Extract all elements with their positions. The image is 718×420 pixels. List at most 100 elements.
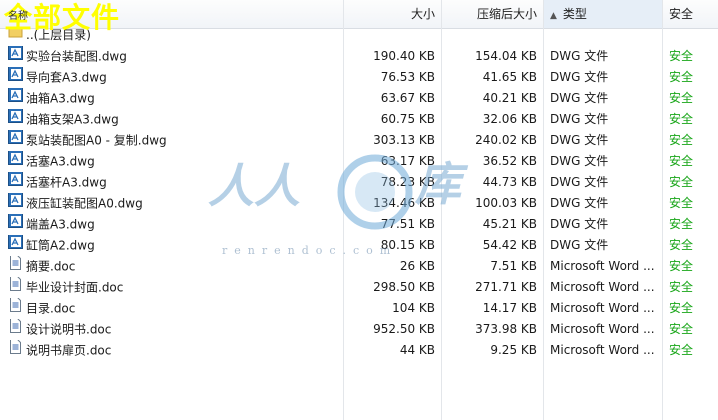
- file-compressed-size: 32.06 KB: [482, 112, 537, 126]
- file-compressed-size: 271.71 KB: [475, 280, 537, 294]
- column-header-safety[interactable]: 安全: [663, 0, 718, 28]
- file-size: 76.53 KB: [380, 70, 435, 84]
- file-row[interactable]: 说明书扉页.doc 44 KB 9.25 KB Microsoft Word ... 安…: [0, 340, 718, 361]
- safety-status: 安全: [669, 154, 694, 168]
- doc-file-icon: [8, 277, 23, 298]
- file-type: DWG 文件: [550, 196, 609, 210]
- file-name-cell[interactable]: 摘要.doc: [8, 256, 342, 277]
- file-name-cell[interactable]: 液压缸装配图A0.dwg: [8, 193, 342, 214]
- file-name: 泵站装配图A0 - 复制.dwg: [26, 133, 167, 148]
- file-size: 104 KB: [392, 301, 435, 315]
- file-size: 77.51 KB: [380, 217, 435, 231]
- file-row[interactable]: 实验台装配图.dwg 190.40 KB 154.04 KB DWG 文件 安全: [0, 46, 718, 67]
- sort-up-icon: ▲: [550, 11, 557, 21]
- file-compressed-size: 14.17 KB: [482, 301, 537, 315]
- file-name: 导向套A3.dwg: [26, 70, 107, 85]
- file-row[interactable]: 导向套A3.dwg 76.53 KB 41.65 KB DWG 文件 安全: [0, 67, 718, 88]
- file-name-cell[interactable]: 实验台装配图.dwg: [8, 46, 342, 67]
- dwg-file-icon: [8, 67, 23, 88]
- file-name-cell[interactable]: 目录.doc: [8, 298, 342, 319]
- file-name-cell[interactable]: 毕业设计封面.doc: [8, 277, 342, 298]
- file-type: Microsoft Word ...: [550, 301, 655, 315]
- doc-file-icon: [8, 256, 23, 277]
- safety-status: 安全: [669, 343, 694, 357]
- safety-status: 安全: [669, 112, 694, 126]
- file-type: DWG 文件: [550, 133, 609, 147]
- file-row[interactable]: 活塞杆A3.dwg 78.23 KB 44.73 KB DWG 文件 安全: [0, 172, 718, 193]
- file-row[interactable]: 设计说明书.doc 952.50 KB 373.98 KB Microsoft Wor…: [0, 319, 718, 340]
- file-name-cell[interactable]: 说明书扉页.doc: [8, 340, 342, 361]
- file-compressed-size: 40.21 KB: [482, 91, 537, 105]
- file-row[interactable]: 泵站装配图A0 - 复制.dwg 303.13 KB 240.02 KB DWG 文件…: [0, 130, 718, 151]
- file-name: 毕业设计封面.doc: [26, 280, 124, 295]
- file-name: 活塞A3.dwg: [26, 154, 95, 169]
- file-name: 活塞杆A3.dwg: [26, 175, 107, 190]
- safety-status: 安全: [669, 301, 694, 315]
- file-size: 80.15 KB: [380, 238, 435, 252]
- file-name: 油箱支架A3.dwg: [26, 112, 119, 127]
- column-header-size[interactable]: 大小: [344, 0, 441, 28]
- dwg-file-icon: [8, 46, 23, 67]
- dwg-file-icon: [8, 172, 23, 193]
- dwg-file-icon: [8, 109, 23, 130]
- file-row[interactable]: 摘要.doc 26 KB 7.51 KB Microsoft Word ... 安全: [0, 256, 718, 277]
- file-compressed-size: 41.65 KB: [482, 70, 537, 84]
- file-row[interactable]: 端盖A3.dwg 77.51 KB 45.21 KB DWG 文件 安全: [0, 214, 718, 235]
- file-size: 60.75 KB: [380, 112, 435, 126]
- file-name: 端盖A3.dwg: [26, 217, 95, 232]
- doc-file-icon: [8, 340, 23, 361]
- file-name-cell[interactable]: 活塞杆A3.dwg: [8, 172, 342, 193]
- file-type: Microsoft Word ...: [550, 280, 655, 294]
- file-name-cell[interactable]: 端盖A3.dwg: [8, 214, 342, 235]
- file-type: DWG 文件: [550, 49, 609, 63]
- file-size: 44 KB: [399, 343, 435, 357]
- safety-status: 安全: [669, 70, 694, 84]
- file-row[interactable]: 缸筒A2.dwg 80.15 KB 54.42 KB DWG 文件 安全: [0, 235, 718, 256]
- file-compressed-size: 100.03 KB: [475, 196, 537, 210]
- file-row[interactable]: 油箱A3.dwg 63.67 KB 40.21 KB DWG 文件 安全: [0, 88, 718, 109]
- file-size: 63.17 KB: [380, 154, 435, 168]
- column-header-type[interactable]: ▲ 类型: [544, 0, 662, 28]
- file-row[interactable]: 油箱支架A3.dwg 60.75 KB 32.06 KB DWG 文件 安全: [0, 109, 718, 130]
- safety-status: 安全: [669, 49, 694, 63]
- file-type: Microsoft Word ...: [550, 259, 655, 273]
- file-compressed-size: [442, 25, 537, 46]
- safety-status: 安全: [669, 91, 694, 105]
- doc-file-icon: [8, 298, 23, 319]
- column-header-compressed-size[interactable]: 压缩后大小: [442, 0, 543, 28]
- dwg-file-icon: [8, 151, 23, 172]
- file-type: DWG 文件: [550, 175, 609, 189]
- dwg-file-icon: [8, 88, 23, 109]
- file-type: [550, 25, 662, 46]
- file-compressed-size: 373.98 KB: [475, 322, 537, 336]
- file-compressed-size: 54.42 KB: [482, 238, 537, 252]
- dwg-file-icon: [8, 130, 23, 151]
- dwg-file-icon: [8, 193, 23, 214]
- file-size: 298.50 KB: [373, 280, 435, 294]
- file-name-cell[interactable]: 活塞A3.dwg: [8, 151, 342, 172]
- file-name-cell[interactable]: 油箱支架A3.dwg: [8, 109, 342, 130]
- file-type: Microsoft Word ...: [550, 322, 655, 336]
- file-name-cell[interactable]: 设计说明书.doc: [8, 319, 342, 340]
- file-row[interactable]: 毕业设计封面.doc 298.50 KB 271.71 KB Microsoft Wo…: [0, 277, 718, 298]
- file-size: 190.40 KB: [373, 49, 435, 63]
- file-row[interactable]: 活塞A3.dwg 63.17 KB 36.52 KB DWG 文件 安全: [0, 151, 718, 172]
- file-compressed-size: 36.52 KB: [482, 154, 537, 168]
- file-name-cell[interactable]: 导向套A3.dwg: [8, 67, 342, 88]
- safety-status: 安全: [669, 175, 694, 189]
- file-size: [344, 25, 435, 46]
- file-type: Microsoft Word ...: [550, 343, 655, 357]
- file-compressed-size: 45.21 KB: [482, 217, 537, 231]
- file-name-cell[interactable]: 油箱A3.dwg: [8, 88, 342, 109]
- doc-file-icon: [8, 319, 23, 340]
- file-size: 134.46 KB: [373, 196, 435, 210]
- file-name: 缸筒A2.dwg: [26, 238, 95, 253]
- file-name: 油箱A3.dwg: [26, 91, 95, 106]
- file-row[interactable]: 目录.doc 104 KB 14.17 KB Microsoft Word ... 安全: [0, 298, 718, 319]
- file-compressed-size: 240.02 KB: [475, 133, 537, 147]
- column-header-name-label: 名称: [8, 11, 28, 22]
- file-name-cell[interactable]: 泵站装配图A0 - 复制.dwg: [8, 130, 342, 151]
- file-name-cell[interactable]: 缸筒A2.dwg: [8, 235, 342, 256]
- file-name: 摘要.doc: [26, 259, 76, 274]
- file-row[interactable]: 液压缸装配图A0.dwg 134.46 KB 100.03 KB DWG 文件 安全: [0, 193, 718, 214]
